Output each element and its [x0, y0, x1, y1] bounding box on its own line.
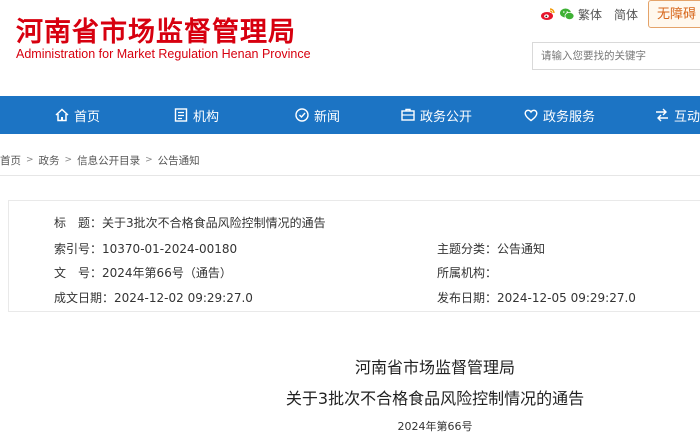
- info-subject-value: 公告通知: [497, 242, 546, 256]
- nav-item-organization[interactable]: 机构: [173, 96, 219, 134]
- breadcrumb-notices[interactable]: 公告通知: [158, 153, 200, 168]
- nav-label: 互动: [674, 109, 700, 125]
- info-title-value: 关于3批次不合格食品风险控制情况的通告: [102, 216, 326, 230]
- info-published-row: 发布日期：2024-12-05 09:29:27.0: [437, 289, 636, 306]
- info-docno-label: 文 号：: [54, 266, 103, 280]
- info-subject-label: 主题分类：: [437, 242, 498, 256]
- search-input[interactable]: 请输入您要找的关键字: [532, 42, 700, 70]
- info-docno-value: 2024年第66号（通告）: [102, 266, 232, 280]
- nav-label: 政务公开: [420, 109, 473, 125]
- info-title-row: 标 题：关于3批次不合格食品风险控制情况的通告: [54, 214, 326, 231]
- info-created-row: 成文日期：2024-12-02 09:29:27.0: [54, 289, 253, 306]
- organization-icon: [174, 108, 188, 122]
- info-published-value: 2024-12-05 09:29:27.0: [497, 291, 636, 305]
- nav-label: 机构: [193, 109, 220, 125]
- info-index-label: 索引号：: [54, 242, 103, 256]
- info-agency-row: 所属机构：: [437, 264, 497, 281]
- breadcrumb-home[interactable]: 首页: [0, 153, 21, 168]
- top-links: 繁体 简体: [540, 6, 638, 22]
- interaction-icon: [656, 108, 668, 122]
- accessibility-button[interactable]: 无障碍: [648, 0, 700, 28]
- breadcrumb-info-catalog[interactable]: 信息公开目录: [77, 153, 140, 168]
- info-agency-label: 所属机构：: [437, 266, 498, 280]
- article-doc-number: 2024年第66号: [397, 420, 473, 433]
- simplified-chinese-link[interactable]: 简体: [614, 6, 638, 23]
- nav-label: 政务服务: [543, 109, 596, 125]
- info-created-value: 2024-12-02 09:29:27.0: [114, 291, 253, 305]
- main-nav: 首页 机构 新闻 政务公开 政务服务 互动: [0, 96, 700, 134]
- chevron-right-icon: >: [64, 155, 73, 165]
- nav-item-home[interactable]: 首页: [54, 96, 100, 134]
- site-header: 河南省市场监督管理局 Administration for Market Reg…: [0, 0, 700, 96]
- weibo-icon[interactable]: [540, 6, 556, 22]
- info-index-value: 10370-01-2024-00180: [102, 242, 238, 256]
- info-created-label: 成文日期：: [54, 291, 115, 305]
- nav-label: 新闻: [314, 109, 341, 125]
- article-title-line2: 关于3批次不合格食品风险控制情况的通告: [285, 389, 585, 408]
- site-logo-subtitle: Administration for Market Regulation Hen…: [16, 47, 311, 61]
- site-logo-title[interactable]: 河南省市场监督管理局: [16, 10, 296, 49]
- breadcrumb: 首页 > 政务 > 信息公开目录 > 公告通知: [0, 153, 200, 167]
- nav-item-interaction[interactable]: 互动: [654, 96, 700, 134]
- chevron-right-icon: >: [145, 155, 153, 165]
- heart-service-icon: [524, 109, 538, 122]
- article-title-line1: 河南省市场监督管理局: [354, 358, 515, 377]
- info-index-row: 索引号：10370-01-2024-00180: [54, 240, 237, 257]
- info-subject-row: 主题分类：公告通知: [437, 240, 545, 257]
- nav-item-government-affairs[interactable]: 政务公开: [400, 96, 472, 134]
- home-icon: [55, 108, 69, 122]
- info-published-label: 发布日期：: [437, 291, 498, 305]
- info-docno-row: 文 号：2024年第66号（通告）: [54, 264, 232, 281]
- breadcrumb-divider: [0, 175, 700, 176]
- breadcrumb-affairs[interactable]: 政务: [39, 153, 60, 168]
- government-affairs-icon: [401, 108, 415, 121]
- traditional-chinese-link[interactable]: 繁体: [578, 6, 602, 23]
- nav-item-services[interactable]: 政务服务: [523, 96, 595, 134]
- nav-item-news[interactable]: 新闻: [294, 96, 340, 134]
- wechat-icon[interactable]: [559, 6, 575, 22]
- nav-label: 首页: [74, 109, 101, 125]
- chevron-right-icon: >: [26, 155, 34, 165]
- news-icon: [295, 108, 309, 122]
- info-title-label: 标 题：: [54, 216, 103, 230]
